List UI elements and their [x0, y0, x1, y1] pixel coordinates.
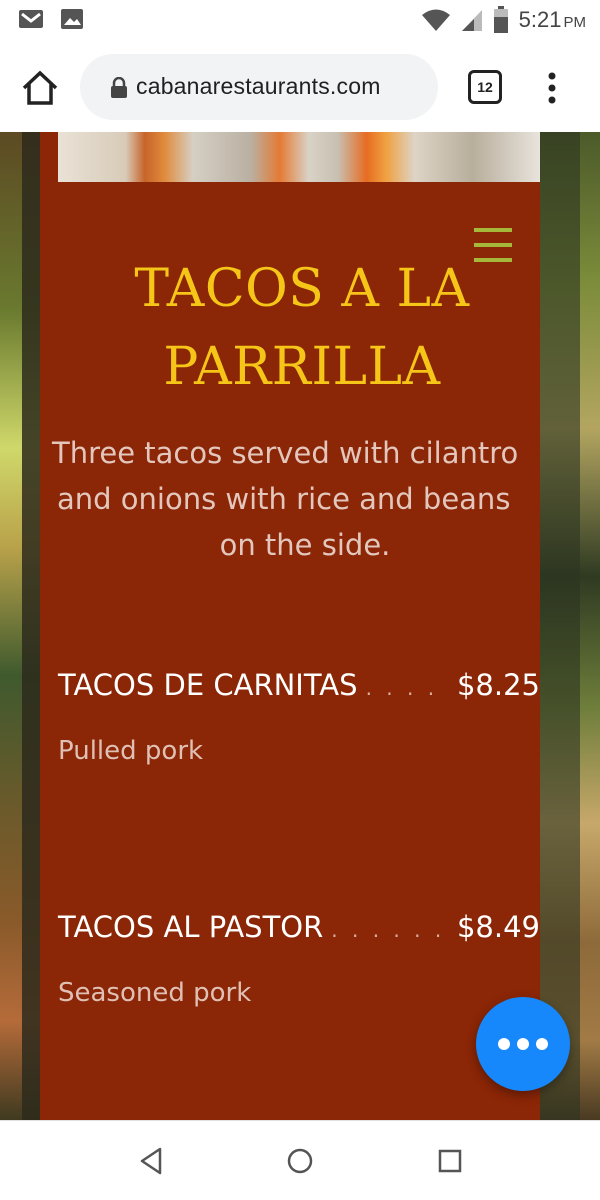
menu-item: TACOS DE CARNITAS . . . . . . . . . . . … — [58, 668, 540, 766]
section-description: Three tacos served with cilantro and oni… — [52, 436, 519, 562]
tacos-photo — [58, 132, 540, 182]
section-title: TACOS A LA PARRILLA — [134, 259, 470, 397]
status-time: 5:21 PM — [518, 7, 586, 32]
menu-item-description: Seasoned pork — [58, 978, 252, 1008]
browser-toolbar: cabanarestaurants.com 12 — [0, 44, 600, 132]
web-content: TACOS A LA PARRILLA Three tacos served w… — [0, 132, 600, 1120]
menu-item-name: TACOS AL PASTOR — [58, 910, 324, 944]
wifi-icon — [421, 9, 450, 31]
status-bar: 5:21 PM — [0, 0, 600, 44]
battery-icon — [493, 6, 508, 33]
menu-panel: TACOS A LA PARRILLA Three tacos served w… — [40, 132, 540, 1120]
menu-item-dots: . . . . . . . . . . . — [365, 676, 449, 700]
home-circle-icon[interactable] — [284, 1145, 316, 1177]
menu-item-name: TACOS DE CARNITAS — [58, 668, 358, 702]
tab-switcher-button[interactable]: 12 — [468, 70, 502, 104]
image-icon — [61, 9, 83, 29]
menu-item-price: $8.25 — [456, 668, 540, 702]
gmail-icon — [19, 10, 43, 28]
overflow-menu-icon[interactable] — [540, 70, 564, 106]
background-shadow-left — [22, 132, 40, 1120]
recents-icon[interactable] — [434, 1145, 466, 1177]
url-text: cabanarestaurants.com — [136, 73, 381, 99]
more-dots-icon — [498, 1038, 510, 1050]
menu-item-dots: . . . . . . . . . . . . . . — [331, 918, 449, 942]
home-icon[interactable] — [20, 68, 60, 108]
signal-icon — [461, 10, 482, 31]
lock-icon — [111, 77, 127, 98]
back-icon[interactable] — [136, 1145, 168, 1177]
chat-button[interactable] — [476, 997, 570, 1091]
menu-item: TACOS AL PASTOR . . . . . . . . . . . . … — [58, 910, 540, 1008]
url-bar[interactable]: cabanarestaurants.com — [80, 54, 438, 120]
menu-item-price: $8.49 — [456, 910, 540, 944]
menu-item-description: Pulled pork — [58, 736, 204, 766]
system-nav-bar — [0, 1120, 600, 1200]
